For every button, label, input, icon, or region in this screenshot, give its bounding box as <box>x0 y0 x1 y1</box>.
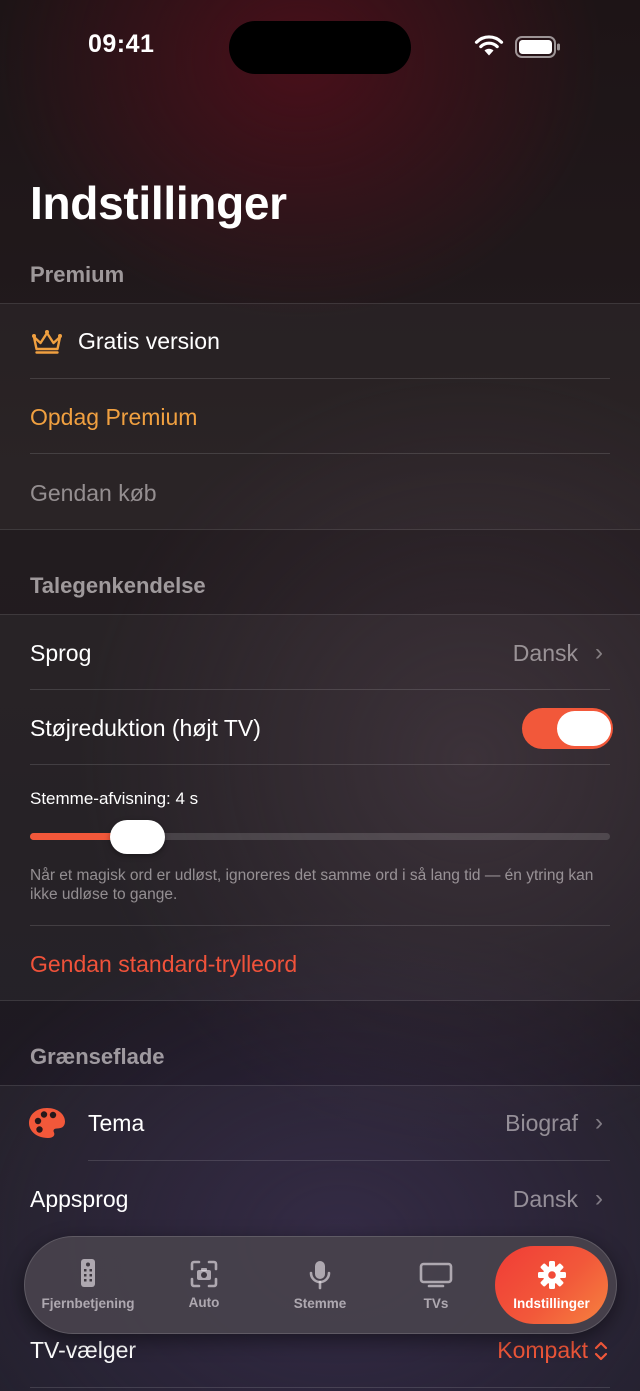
restore-purchases-button[interactable]: Gendan køb <box>30 480 157 507</box>
status-time: 09:41 <box>88 30 155 58</box>
divider <box>30 1387 610 1388</box>
battery-icon <box>515 36 560 58</box>
discover-premium-link[interactable]: Opdag Premium <box>30 404 197 431</box>
tab-tvs[interactable]: TVs <box>396 1262 476 1311</box>
divider <box>30 764 610 765</box>
palette-icon <box>29 1108 65 1138</box>
chevron-up-down-icon <box>594 1341 608 1361</box>
divider <box>30 378 610 379</box>
tab-label: TVs <box>423 1296 449 1311</box>
tv-icon <box>419 1262 453 1288</box>
language-label: Sprog <box>30 640 92 666</box>
app-language-label: Appsprog <box>30 1186 129 1212</box>
theme-label: Tema <box>88 1110 145 1136</box>
chevron-right-icon: › <box>595 639 603 666</box>
gear-icon <box>537 1261 566 1289</box>
chevron-right-icon: › <box>595 1109 603 1136</box>
chevron-right-icon: › <box>595 1185 603 1212</box>
tab-remote[interactable]: Fjernbetjening <box>30 1258 146 1311</box>
reset-wake-words-button[interactable]: Gendan standard-trylleord <box>30 951 297 978</box>
divider <box>30 925 610 926</box>
cooldown-label: Stemme-afvisning: 4 s <box>30 789 199 808</box>
remote-icon <box>81 1259 95 1287</box>
section-header-interface: Grænseflade <box>30 1044 165 1069</box>
section-header-speech: Talegenkendelse <box>30 573 206 598</box>
premium-status-label: Gratis version <box>78 328 220 354</box>
tab-settings[interactable]: Indstillinger <box>498 1260 605 1311</box>
tab-voice[interactable]: Stemme <box>272 1260 368 1311</box>
wifi-icon <box>474 35 504 56</box>
page-title: Indstillinger <box>30 177 287 229</box>
section-header-premium: Premium <box>30 262 125 287</box>
tab-auto[interactable]: Auto <box>162 1260 246 1310</box>
toggle-knob <box>557 711 611 746</box>
crown-icon <box>32 330 62 354</box>
tv-picker-label: TV-vælger <box>30 1337 137 1363</box>
app-language-value: Dansk <box>512 1186 578 1212</box>
noise-reduction-label: Støjreduktion (højt TV) <box>30 715 261 741</box>
dynamic-island <box>229 21 411 74</box>
cooldown-help-text: Når et magisk ord er udløst, ignoreres d… <box>30 867 594 903</box>
tab-label: Indstillinger <box>513 1296 590 1311</box>
divider <box>30 453 610 454</box>
cooldown-slider-thumb[interactable] <box>110 820 165 854</box>
divider <box>30 689 610 690</box>
theme-value: Biograf <box>505 1110 578 1136</box>
language-value: Dansk <box>512 640 578 666</box>
microphone-icon <box>309 1261 331 1290</box>
tab-label: Auto <box>188 1295 220 1310</box>
tab-label: Fjernbetjening <box>41 1296 135 1311</box>
tv-picker-value[interactable]: Kompakt <box>497 1337 588 1364</box>
camera-scan-icon <box>190 1260 218 1288</box>
tab-label: Stemme <box>293 1296 347 1311</box>
